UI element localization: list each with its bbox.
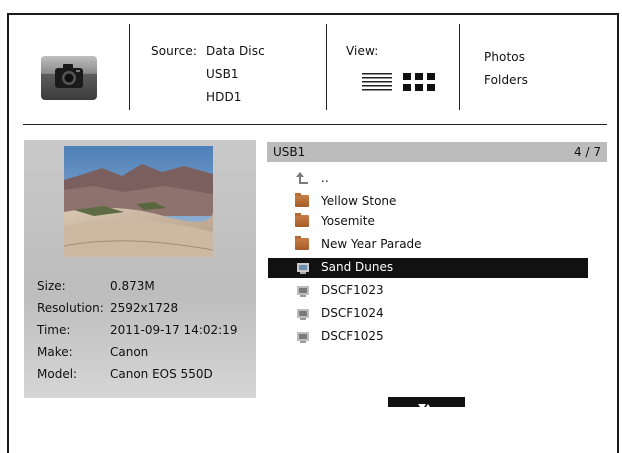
info-value: 2011-09-17 14:02:19 — [110, 323, 238, 337]
list-item-label: DSCF1023 — [321, 283, 384, 297]
view-mode-folders[interactable]: Folders — [484, 73, 528, 87]
info-row-time: Time: 2011-09-17 14:02:19 — [37, 323, 237, 337]
list-item-photo[interactable]: DSCF1025 — [268, 327, 588, 347]
camera-glyph — [55, 64, 83, 88]
list-item-label: Yellow Stone — [321, 194, 397, 208]
camera-icon[interactable] — [41, 56, 97, 100]
info-value: Canon — [110, 345, 149, 359]
list-item-folder[interactable]: New Year Parade — [268, 235, 588, 255]
list-view-icon[interactable] — [362, 72, 392, 94]
view-label: View: — [346, 44, 379, 58]
info-row-model: Model: Canon EOS 550D — [37, 367, 213, 381]
info-value: 0.873M — [110, 279, 155, 293]
folder-icon — [295, 193, 309, 207]
page-scroll-control[interactable] — [388, 397, 465, 410]
toolbar-divider — [129, 24, 130, 110]
list-item-photo-selected[interactable]: Sand Dunes — [268, 258, 588, 278]
grid-view-icon[interactable] — [403, 73, 435, 93]
toolbar-divider — [459, 24, 460, 110]
info-key: Time: — [37, 323, 71, 337]
info-value: Canon EOS 550D — [110, 367, 213, 381]
info-row-size: Size: 0.873M — [37, 279, 155, 293]
photo-file-icon — [297, 309, 309, 320]
source-option-hdd1[interactable]: HDD1 — [206, 90, 242, 104]
info-row-resolution: Resolution: 2592x1728 — [37, 301, 178, 315]
source-label: Source: — [151, 44, 197, 58]
source-option-data-disc[interactable]: Data Disc — [206, 44, 265, 58]
item-counter: 4 / 7 — [574, 145, 601, 159]
photo-info-panel: Size: 0.873M Resolution: 2592x1728 Time: 20… — [24, 140, 256, 398]
info-key: Model: — [37, 367, 78, 381]
info-key: Resolution: — [37, 301, 104, 315]
photo-file-icon — [297, 332, 309, 343]
photo-file-icon — [297, 263, 309, 274]
list-item-label: .. — [321, 171, 329, 185]
list-item-label: DSCF1025 — [321, 329, 384, 343]
list-item-label: DSCF1024 — [321, 306, 384, 320]
list-item-folder[interactable]: Yosemite — [268, 212, 588, 232]
list-item-folder[interactable]: Yellow Stone — [268, 192, 588, 212]
list-item-label: Yosemite — [321, 214, 375, 228]
photo-file-icon — [297, 286, 309, 297]
info-row-make: Make: Canon — [37, 345, 148, 359]
photo-thumbnail — [64, 146, 213, 257]
info-key: Make: — [37, 345, 73, 359]
list-item-label: Sand Dunes — [321, 260, 394, 274]
current-location: USB1 — [273, 145, 306, 159]
list-item-photo[interactable]: DSCF1024 — [268, 304, 588, 324]
file-list-header: USB1 4 / 7 — [267, 142, 607, 162]
view-mode-photos[interactable]: Photos — [484, 50, 525, 64]
folder-icon — [295, 213, 309, 227]
header-divider — [23, 124, 607, 125]
list-item-parent[interactable]: .. — [268, 169, 588, 189]
source-option-usb1[interactable]: USB1 — [206, 67, 239, 81]
page-arrows-icon — [418, 404, 432, 410]
info-value: 2592x1728 — [110, 301, 179, 315]
list-item-photo[interactable]: DSCF1023 — [268, 281, 588, 301]
folder-icon — [295, 236, 309, 250]
list-item-label: New Year Parade — [321, 237, 422, 251]
info-key: Size: — [37, 279, 66, 293]
up-arrow-icon — [296, 172, 308, 184]
toolbar-divider — [326, 24, 327, 110]
